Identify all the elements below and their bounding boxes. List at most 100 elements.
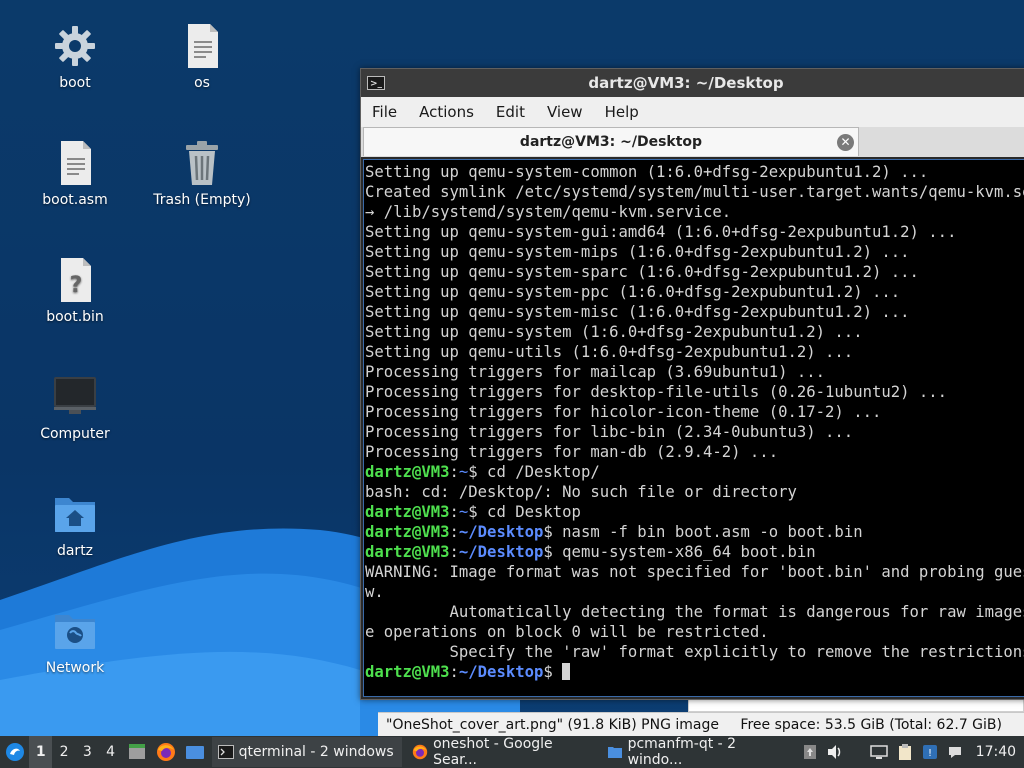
clock[interactable]: 17:40 [968, 736, 1024, 768]
tray-notify[interactable]: ! [917, 736, 942, 768]
terminal-line: Setting up qemu-system-mips (1:6.0+dfsg-… [365, 243, 910, 261]
tray-volume[interactable] [822, 736, 847, 768]
desktop-icon-boot[interactable]: boot [20, 22, 130, 92]
terminal-line: Processing triggers for man-db (2.9.4-2)… [365, 443, 779, 461]
task-qterminal[interactable]: qterminal - 2 windows [211, 737, 403, 767]
desktop-icon-boot-asm[interactable]: boot.asm [20, 139, 130, 209]
prompt-separator: : [449, 463, 459, 481]
prompt-user: dartz@VM3 [365, 543, 450, 561]
desktop-icon-os[interactable]: os [147, 22, 257, 92]
task-label: oneshot - Google Sear... [433, 736, 553, 768]
computer-icon [51, 373, 99, 421]
quicklaunch-desktop[interactable] [180, 736, 209, 768]
prompt-command: $ nasm -f bin boot.asm -o boot.bin [543, 523, 863, 541]
network-folder-icon [51, 607, 99, 655]
close-tab-icon[interactable]: ✕ [837, 134, 854, 151]
desktop-icon-label: Trash (Empty) [153, 192, 251, 208]
prompt-separator: : [449, 523, 459, 541]
quicklaunch-firefox[interactable] [151, 736, 180, 768]
terminal-line: Setting up qemu-system-common (1:6.0+dfs… [365, 163, 929, 181]
terminal-line: Setting up qemu-utils (1:6.0+dfsg-2expub… [365, 343, 854, 361]
prompt-path: ~ [458, 463, 469, 481]
terminal-line: Processing triggers for hicolor-icon-the… [365, 403, 882, 421]
terminal-line: dartz@VM3:~/Desktop$ [365, 662, 1024, 682]
status-free-space: Free space: 53.5 GiB (Total: 62.7 GiB) [740, 717, 1002, 733]
desktop-icon-trash[interactable]: Trash (Empty) [147, 139, 257, 209]
desktop-icon-dartz[interactable]: dartz [20, 490, 130, 560]
menu-actions[interactable]: Actions [408, 103, 485, 121]
terminal-line: bash: cd: /Desktop/: No such file or dir… [365, 483, 797, 501]
display-icon [870, 745, 889, 759]
terminal-tab[interactable]: dartz@VM3: ~/Desktop ✕ [363, 127, 859, 156]
menu-file[interactable]: File [361, 103, 408, 121]
workspace-4[interactable]: 4 [99, 736, 122, 768]
task-label: qterminal - 2 windows [238, 744, 394, 760]
desktop-icon-label: os [194, 75, 210, 91]
terminal-output[interactable]: Setting up qemu-system-common (1:6.0+dfs… [363, 159, 1024, 697]
desktop-icon-boot-bin[interactable]: ? boot.bin [20, 256, 130, 326]
prompt-path: ~ [458, 503, 469, 521]
workspace-1[interactable]: 1 [29, 736, 53, 768]
prompt-separator: : [449, 543, 459, 561]
tray-keyboard[interactable] [942, 736, 967, 768]
desktop-icon-network[interactable]: Network [20, 607, 130, 677]
menu-view[interactable]: View [536, 103, 594, 121]
prompt-user: dartz@VM3 [365, 523, 450, 541]
text-cursor [562, 663, 571, 680]
terminal-line: WARNING: Image format was not specified … [365, 563, 1024, 581]
file-manager-status-bar: "OneShot_cover_art.png" (91.8 KiB) PNG i… [378, 712, 1024, 737]
gear-icon [51, 22, 99, 70]
terminal-line: Setting up qemu-system (1:6.0+dfsg-2expu… [365, 323, 863, 341]
prompt-command: $ [543, 663, 563, 681]
tray-spacer [847, 736, 866, 768]
svg-text:!: ! [928, 748, 932, 759]
terminal-window[interactable]: >_ dartz@VM3: ~/Desktop File Actions Edi… [360, 68, 1024, 700]
task-pcmanfm[interactable]: pcmanfm-qt - 2 windo... [601, 736, 795, 768]
tray-network[interactable] [867, 736, 892, 768]
notification-icon: ! [922, 745, 937, 759]
taskbar: 1 2 3 4 qterminal - 2 windows oneshot - … [0, 736, 1024, 768]
desktop-icon-computer[interactable]: Computer [20, 373, 130, 443]
terminal-line: Processing triggers for mailcap (3.69ubu… [365, 363, 826, 381]
terminal-line: Created symlink /etc/systemd/system/mult… [365, 183, 1024, 201]
terminal-line: dartz@VM3:~$ cd Desktop [365, 502, 1024, 522]
lubuntu-logo-icon [5, 743, 24, 761]
text-file-icon [51, 139, 99, 187]
terminal-line: e operations on block 0 will be restrict… [365, 623, 769, 641]
desktop-icon-label: dartz [56, 543, 94, 559]
quicklaunch-files[interactable] [122, 736, 151, 768]
tab-title: dartz@VM3: ~/Desktop [519, 134, 703, 150]
terminal-line: Specify the 'raw' format explicitly to r… [365, 643, 1024, 661]
tray-update[interactable] [797, 736, 822, 768]
firefox-icon [156, 743, 175, 761]
desktop-icon-label: Computer [40, 426, 110, 442]
prompt-user: dartz@VM3 [365, 463, 450, 481]
tray-clipboard[interactable] [892, 736, 917, 768]
trash-icon [178, 139, 226, 187]
app-menu-button[interactable] [0, 736, 29, 768]
file-manager-icon [128, 744, 145, 759]
terminal-line: Setting up qemu-system-misc (1:6.0+dfsg-… [365, 303, 910, 321]
folder-icon [607, 747, 622, 758]
status-selection-info: "OneShot_cover_art.png" (91.8 KiB) PNG i… [386, 717, 719, 733]
prompt-path: ~/Desktop [458, 543, 544, 561]
terminal-icon [217, 745, 234, 759]
workspace-3[interactable]: 3 [76, 736, 99, 768]
window-titlebar[interactable]: >_ dartz@VM3: ~/Desktop [361, 69, 1024, 97]
task-label: pcmanfm-qt - 2 windo... [627, 736, 737, 768]
terminal-line: Processing triggers for desktop-file-uti… [365, 383, 948, 401]
terminal-line: Setting up qemu-system-sparc (1:6.0+dfsg… [365, 263, 919, 281]
menu-edit[interactable]: Edit [485, 103, 536, 121]
prompt-user: dartz@VM3 [365, 503, 450, 521]
menu-help[interactable]: Help [594, 103, 650, 121]
terminal-line: Setting up qemu-system-ppc (1:6.0+dfsg-2… [365, 283, 901, 301]
terminal-line: Processing triggers for libc-bin (2.34-0… [365, 423, 854, 441]
keyboard-icon [949, 747, 962, 758]
workspace-2[interactable]: 2 [52, 736, 75, 768]
clipboard-icon [898, 744, 911, 760]
task-firefox[interactable]: oneshot - Google Sear... [406, 736, 597, 768]
terminal-line: → /lib/systemd/system/qemu-kvm.service. [365, 203, 732, 221]
terminal-line: Setting up qemu-system-gui:amd64 (1:6.0+… [365, 223, 957, 241]
terminal-line: dartz@VM3:~/Desktop$ nasm -f bin boot.as… [365, 522, 1024, 542]
home-folder-icon [51, 490, 99, 538]
